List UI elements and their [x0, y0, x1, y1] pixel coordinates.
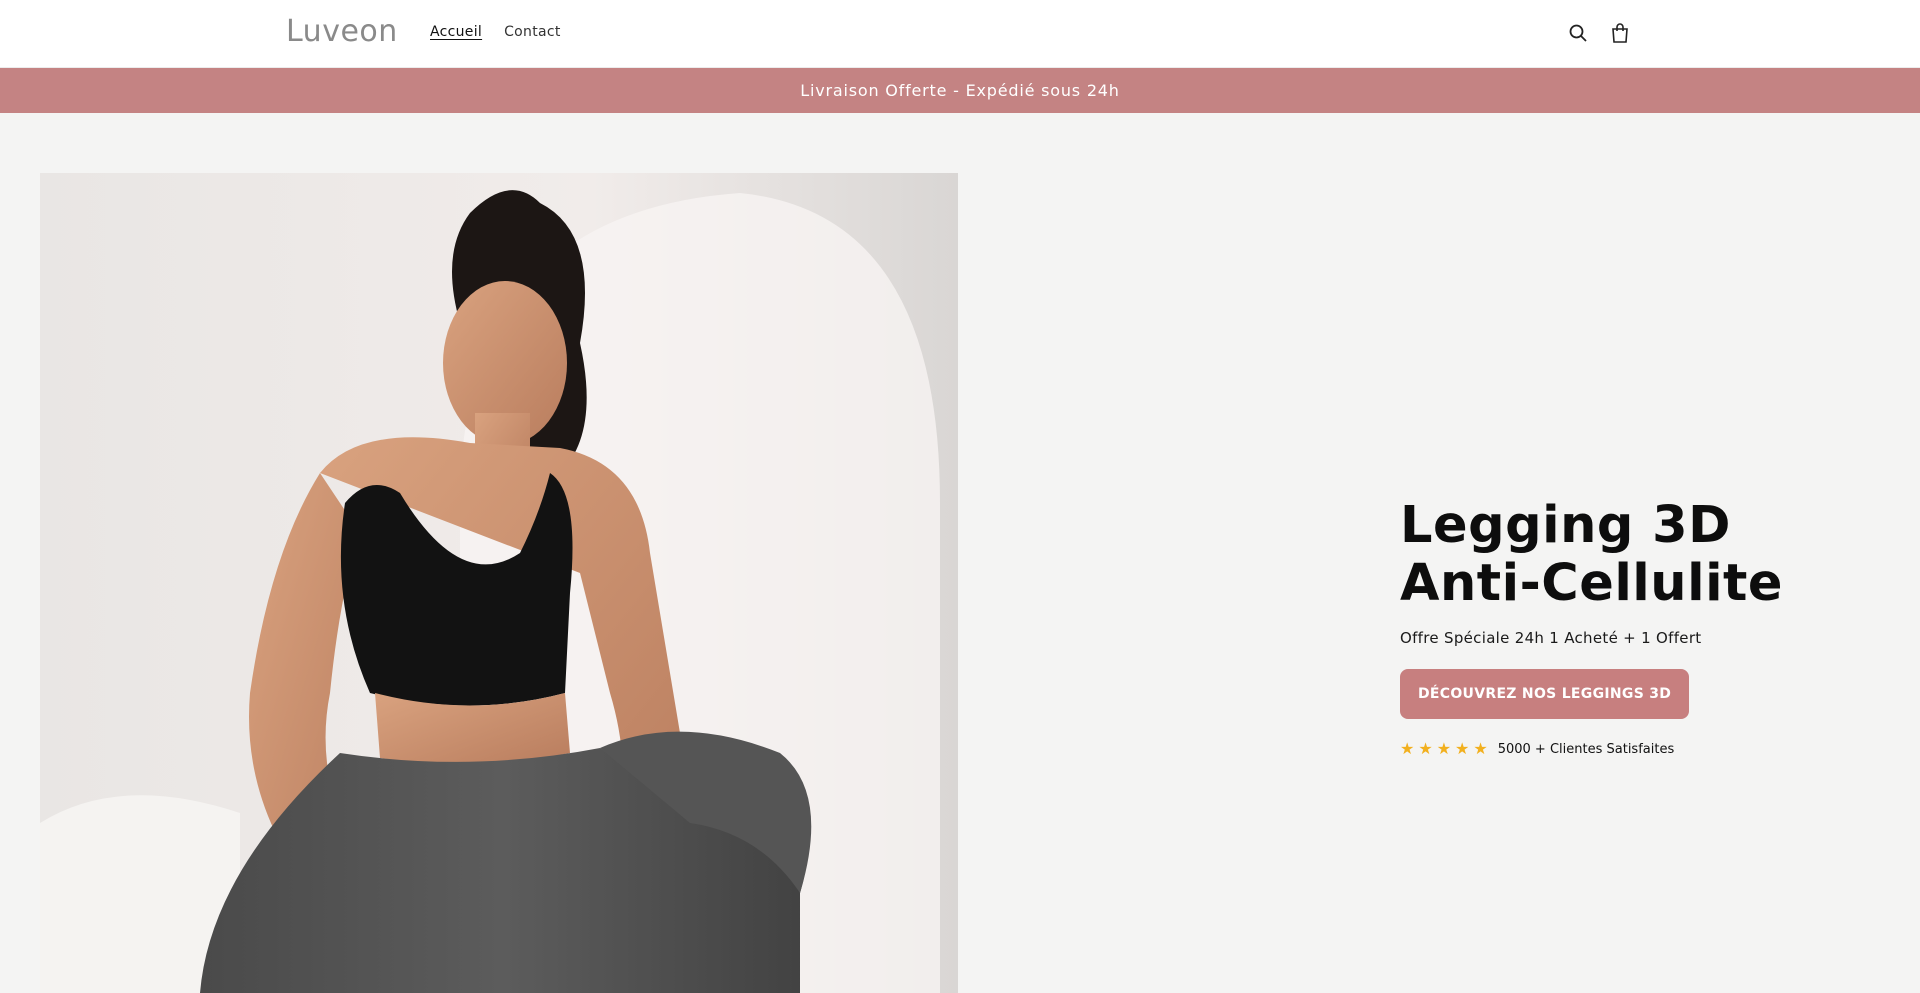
hero-title: Legging 3D Anti-Cellulite: [1400, 497, 1880, 613]
hero-content: Legging 3D Anti-Cellulite Offre Spéciale…: [1400, 497, 1880, 757]
main-nav: Accueil Contact: [430, 24, 561, 40]
star-icon: ★: [1455, 739, 1470, 758]
star-icon: ★: [1473, 739, 1488, 758]
discover-leggings-button[interactable]: DÉCOUVREZ NOS LEGGINGS 3D: [1400, 669, 1690, 719]
rating: ★ ★ ★ ★ ★ 5000 + Clientes Satisfaites: [1400, 741, 1880, 757]
header-icons: [1566, 20, 1632, 46]
announcement-bar: Livraison Offerte - Expédié sous 24h: [0, 68, 1920, 113]
announcement-text: Livraison Offerte - Expédié sous 24h: [800, 81, 1120, 100]
hero-image: [40, 173, 958, 993]
hero-title-line1: Legging 3D: [1400, 496, 1731, 555]
rating-stars: ★ ★ ★ ★ ★: [1400, 741, 1488, 757]
cart-icon[interactable]: [1608, 20, 1632, 46]
search-icon[interactable]: [1566, 20, 1590, 46]
rating-text: 5000 + Clientes Satisfaites: [1497, 741, 1675, 757]
hero-title-line2: Anti-Cellulite: [1400, 554, 1784, 613]
nav-link-accueil[interactable]: Accueil: [430, 24, 482, 40]
star-icon: ★: [1418, 739, 1433, 758]
site-logo[interactable]: Luveon: [286, 14, 398, 49]
star-icon: ★: [1436, 739, 1452, 758]
hero-subtitle: Offre Spéciale 24h 1 Acheté + 1 Offert: [1400, 629, 1702, 647]
site-header: Luveon Accueil Contact: [0, 0, 1920, 68]
star-icon: ★: [1400, 739, 1415, 758]
nav-link-contact[interactable]: Contact: [504, 24, 561, 40]
